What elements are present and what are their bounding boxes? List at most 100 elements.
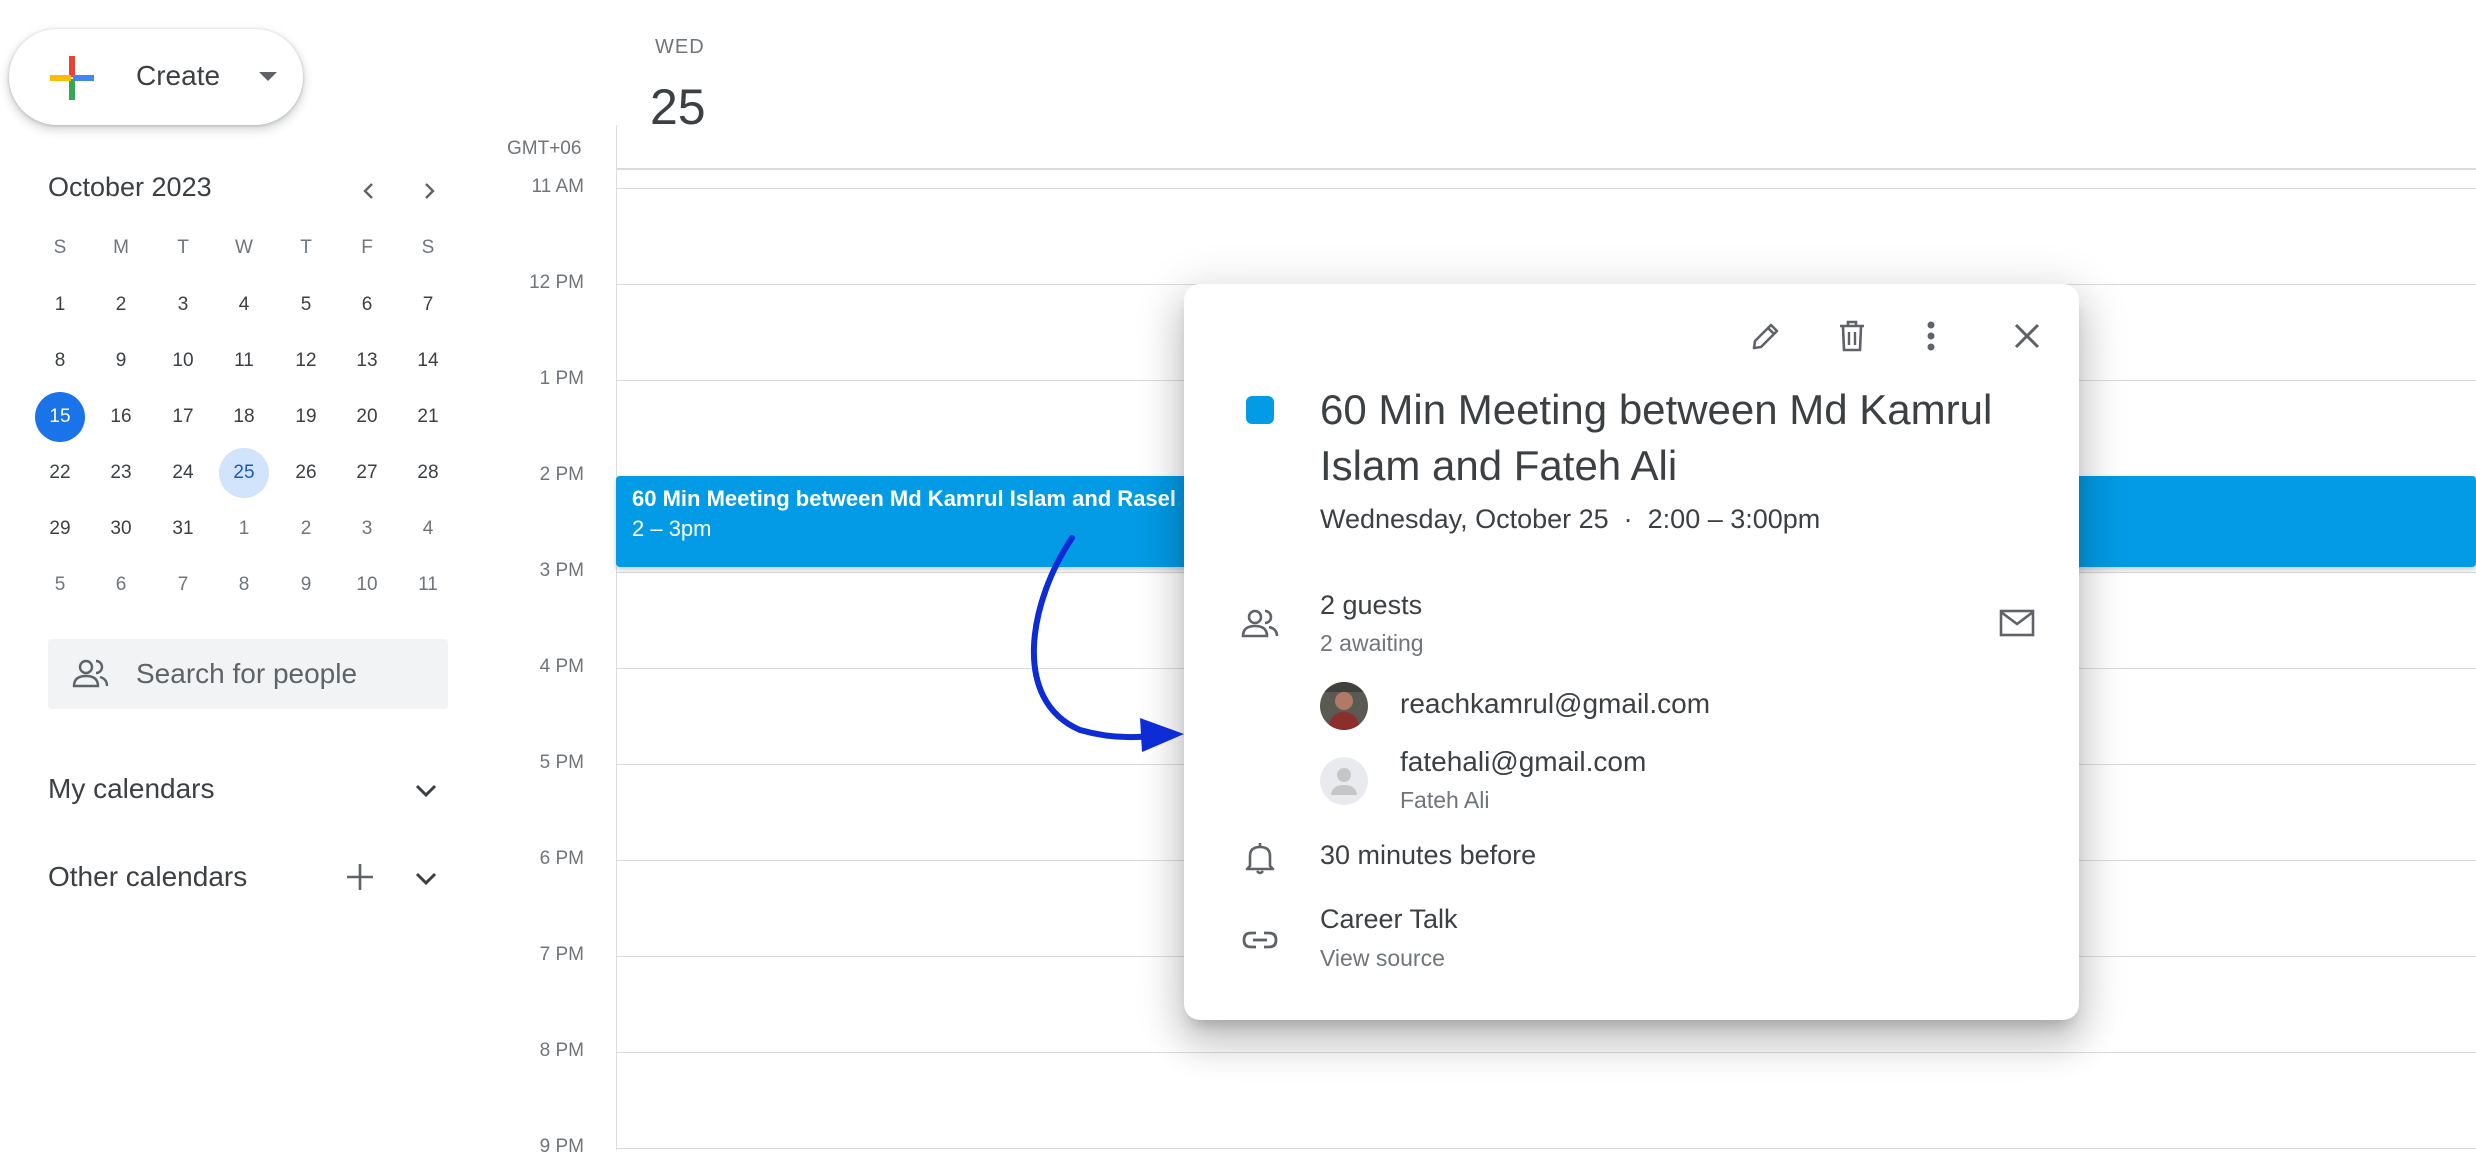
mini-calendar-day[interactable]: 20	[342, 392, 392, 442]
my-calendars-heading[interactable]: My calendars	[48, 773, 215, 805]
view-source-link[interactable]: View source	[1320, 945, 1445, 972]
mini-calendar-day[interactable]: 21	[403, 392, 453, 442]
weekday-header: T	[177, 237, 189, 258]
chevron-right-icon	[425, 183, 435, 199]
search-people-input[interactable]: Search for people	[48, 639, 448, 709]
hour-label: 2 PM	[539, 464, 584, 485]
other-calendars-toggle[interactable]	[406, 858, 446, 898]
hour-label: 12 PM	[529, 272, 584, 293]
hour-label: 8 PM	[539, 1040, 584, 1061]
edit-event-button[interactable]	[1740, 310, 1792, 362]
day-header-date[interactable]: 25	[650, 78, 706, 136]
plus-icon	[50, 56, 94, 100]
mini-calendar-day[interactable]: 7	[158, 560, 208, 610]
mini-calendar-day[interactable]: 8	[35, 336, 85, 386]
other-calendars-heading[interactable]: Other calendars	[48, 861, 247, 893]
popup-event-title: 60 Min Meeting between Md Kamrul Islam a…	[1320, 386, 1993, 489]
mini-calendar-day[interactable]: 16	[96, 392, 146, 442]
mini-calendar-day[interactable]: 10	[342, 560, 392, 610]
mini-calendar-day[interactable]: 19	[281, 392, 331, 442]
mini-calendar-day[interactable]: 24	[158, 448, 208, 498]
close-popup-button[interactable]	[2001, 310, 2053, 362]
mini-calendar-day[interactable]: 30	[96, 504, 146, 554]
mini-calendar-day[interactable]: 8	[219, 560, 269, 610]
guest-avatar-placeholder	[1320, 757, 1368, 805]
weekday-header: F	[361, 237, 373, 258]
hour-label: 4 PM	[539, 656, 584, 677]
more-options-button[interactable]	[1905, 310, 1957, 362]
mini-calendar-day[interactable]: 10	[158, 336, 208, 386]
trash-icon	[1840, 320, 1864, 352]
hour-label: 11 AM	[531, 176, 584, 197]
pencil-icon	[1752, 323, 1779, 350]
mini-calendar-day[interactable]: 7	[403, 280, 453, 330]
mini-calendar-day[interactable]: 4	[403, 504, 453, 554]
my-calendars-toggle[interactable]	[406, 770, 446, 810]
mini-calendar-day[interactable]: 4	[219, 280, 269, 330]
hour-gridline	[616, 1052, 2476, 1053]
delete-event-button[interactable]	[1826, 310, 1878, 362]
guest-avatar	[1320, 682, 1368, 730]
mini-calendar-day[interactable]: 9	[96, 336, 146, 386]
guests-count[interactable]: 2 guests	[1320, 590, 1422, 621]
mini-calendar-day[interactable]: 28	[403, 448, 453, 498]
mini-calendar-day[interactable]: 2	[281, 504, 331, 554]
mini-calendar-day[interactable]: 2	[96, 280, 146, 330]
weekday-header: T	[300, 237, 312, 258]
mini-calendar-day[interactable]: 26	[281, 448, 331, 498]
create-button[interactable]: Create	[9, 29, 303, 125]
mini-calendar-day[interactable]: 23	[96, 448, 146, 498]
mini-calendar-title: October 2023	[48, 172, 212, 202]
hour-label: 6 PM	[539, 848, 584, 869]
more-vert-icon	[1927, 321, 1935, 351]
mini-calendar-day[interactable]: 15	[35, 392, 85, 442]
mini-calendar-day[interactable]: 14	[403, 336, 453, 386]
mini-calendar-day[interactable]: 1	[219, 504, 269, 554]
popup-event-datetime: Wednesday, October 25 · 2:00 – 3:00pm	[1320, 504, 1821, 534]
create-label: Create	[136, 60, 221, 91]
event-color-swatch	[1246, 396, 1274, 424]
time-gutter-divider	[616, 125, 617, 1150]
bell-icon	[1238, 836, 1282, 880]
mini-calendar-day[interactable]: 25	[219, 448, 269, 498]
mini-calendar-day[interactable]: 9	[281, 560, 331, 610]
hour-label: 7 PM	[539, 944, 584, 965]
next-month-button[interactable]	[409, 171, 449, 211]
chevron-left-icon	[363, 183, 373, 199]
chevron-down-icon	[415, 872, 437, 886]
mini-calendar-day[interactable]: 13	[342, 336, 392, 386]
hour-label: 9 PM	[539, 1136, 584, 1157]
mini-calendar-day[interactable]: 29	[35, 504, 85, 554]
event-time: 2 – 3pm	[632, 516, 712, 541]
hour-gridline	[616, 1148, 2476, 1149]
mini-calendar-day[interactable]: 31	[158, 504, 208, 554]
prev-month-button[interactable]	[349, 171, 389, 211]
guests-icon	[1238, 602, 1282, 646]
mini-calendar-day[interactable]: 18	[219, 392, 269, 442]
guest-email[interactable]: fatehali@gmail.com	[1400, 746, 1646, 778]
mini-calendar-day[interactable]: 1	[35, 280, 85, 330]
day-header-weekday: WED	[655, 36, 705, 58]
add-other-calendar-button[interactable]	[340, 857, 380, 897]
event-title: 60 Min Meeting between Md Kamrul Islam a…	[632, 486, 1177, 511]
weekday-header: S	[421, 237, 435, 258]
mini-calendar-day[interactable]: 5	[281, 280, 331, 330]
event-details-popup: 60 Min Meeting between Md Kamrul Islam a…	[1184, 284, 2079, 1020]
hour-label: 1 PM	[539, 368, 584, 389]
email-guests-button[interactable]	[1991, 597, 2043, 649]
mini-calendar-day[interactable]: 17	[158, 392, 208, 442]
mini-calendar-day[interactable]: 5	[35, 560, 85, 610]
mini-calendar-day[interactable]: 12	[281, 336, 331, 386]
mini-calendar-day[interactable]: 11	[219, 336, 269, 386]
mini-calendar-day[interactable]: 22	[35, 448, 85, 498]
mini-calendar-day[interactable]: 11	[403, 560, 453, 610]
mini-calendar-day[interactable]: 6	[96, 560, 146, 610]
mini-calendar-day[interactable]: 6	[342, 280, 392, 330]
guest-name: Fateh Ali	[1400, 787, 1490, 813]
guest-email[interactable]: reachkamrul@gmail.com	[1400, 688, 1710, 720]
mini-calendar-day[interactable]: 27	[342, 448, 392, 498]
weekday-header: M	[113, 237, 129, 258]
mini-calendar-day[interactable]: 3	[158, 280, 208, 330]
mini-calendar-day[interactable]: 3	[342, 504, 392, 554]
weekday-header: W	[235, 237, 253, 258]
